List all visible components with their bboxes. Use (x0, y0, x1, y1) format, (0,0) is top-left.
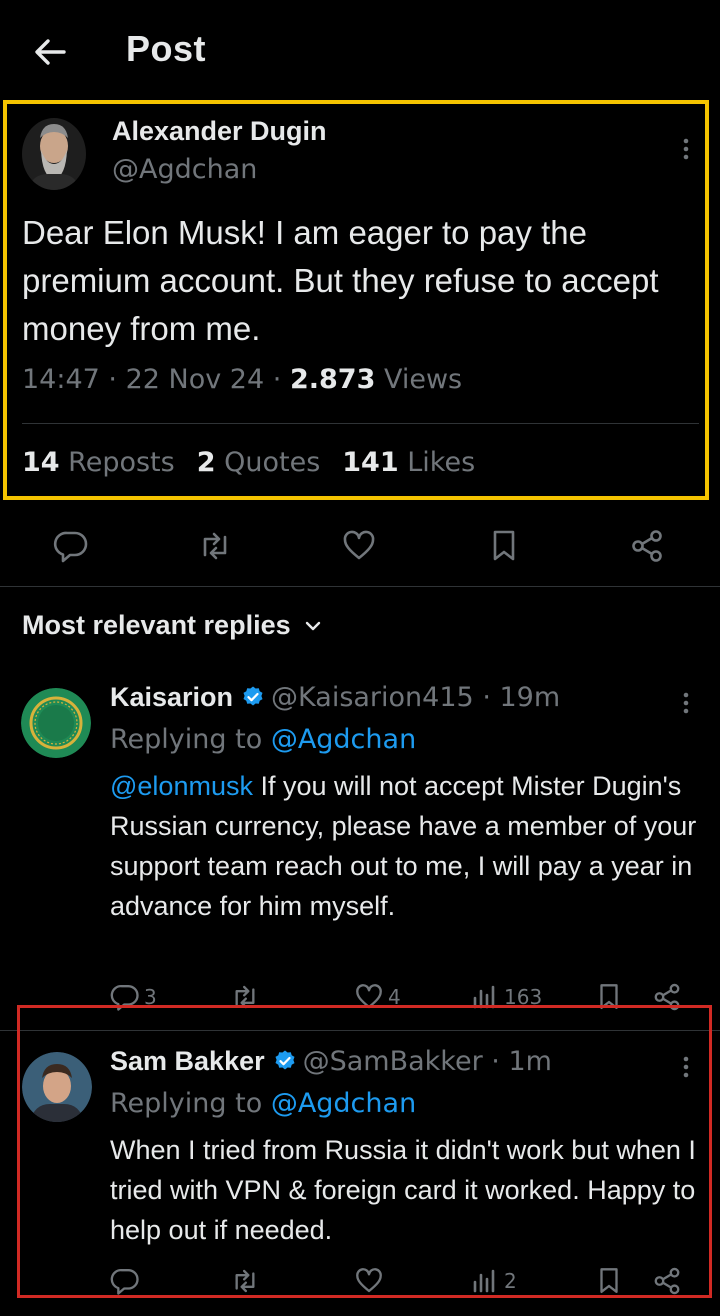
meta-separator: · (108, 364, 117, 395)
post-text: Dear Elon Musk! I am eager to pay the pr… (22, 214, 659, 347)
meta-separator: · (272, 364, 282, 395)
reply-icon[interactable] (53, 528, 89, 564)
more-options-icon[interactable] (676, 136, 696, 164)
verified-badge-icon (273, 1049, 297, 1073)
divider (22, 423, 699, 424)
page-title: Post (126, 28, 207, 69)
post-metadata: 14:47 · 22 Nov 24 · 2.873 Views (22, 364, 462, 395)
share-button[interactable] (652, 1266, 682, 1296)
reply-author-handle[interactable]: @Kaisarion415 (271, 682, 474, 713)
post-date: 22 Nov 24 (125, 364, 265, 395)
replies-sort-dropdown[interactable]: Most relevant replies (22, 610, 323, 641)
like-heart-icon (354, 1266, 384, 1296)
likes-count: 141 (342, 447, 399, 478)
author-name[interactable]: Alexander Dugin (112, 116, 327, 147)
replying-to-prefix: Replying to (110, 724, 263, 755)
bookmark-button[interactable] (594, 1266, 624, 1296)
reposts-stat[interactable]: 14 Reposts (22, 447, 175, 478)
replying-to-handle[interactable]: @Agdchan (271, 1088, 416, 1119)
back-arrow-icon[interactable] (30, 32, 70, 72)
share-icon[interactable] (629, 528, 665, 564)
share-icon (652, 1266, 682, 1296)
repost-icon[interactable] (197, 528, 233, 564)
sort-label: Most relevant replies (22, 610, 291, 640)
likes-stat[interactable]: 141 Likes (342, 447, 475, 478)
like-heart-icon[interactable] (341, 528, 377, 564)
likes-label: Likes (407, 447, 476, 478)
repost-button[interactable] (230, 1266, 264, 1296)
bookmark-icon[interactable] (486, 528, 522, 564)
more-options-icon[interactable] (676, 1054, 696, 1082)
top-bar: Post (0, 0, 720, 100)
view-count[interactable]: 2.873 (290, 364, 375, 395)
reply-text: When I tried from Russia it didn't work … (110, 1135, 696, 1245)
reply-author-name[interactable]: Kaisarion (110, 682, 233, 712)
views-button[interactable]: 2 (470, 1266, 517, 1296)
reply-action-bar: 2 (0, 1266, 720, 1300)
post-action-bar (0, 520, 720, 572)
reply-header: Kaisarion @Kaisarion415 · 19m (110, 682, 560, 713)
avatar[interactable] (21, 688, 91, 758)
reply-icon (110, 1266, 140, 1296)
replying-to-line: Replying to @Agdchan (110, 724, 416, 755)
mention-link[interactable]: @elonmusk (110, 771, 253, 801)
views-count: 2 (504, 1269, 517, 1293)
avatar[interactable] (22, 1052, 92, 1122)
chevron-down-icon (303, 616, 323, 636)
replying-to-handle[interactable]: @Agdchan (271, 724, 416, 755)
more-options-icon[interactable] (676, 690, 696, 718)
quotes-count: 2 (196, 447, 216, 478)
reply-header: Sam Bakker @SamBakker · 1m (110, 1046, 552, 1077)
reply-author-name[interactable]: Sam Bakker (110, 1046, 265, 1076)
like-button[interactable] (354, 1266, 388, 1296)
reply-time: · 1m (491, 1046, 552, 1077)
replying-to-line: Replying to @Agdchan (110, 1088, 416, 1119)
engagement-stats: 14 Reposts 2 Quotes 141 Likes (22, 447, 475, 478)
repost-icon (230, 1266, 260, 1296)
reply-button[interactable] (110, 1266, 144, 1296)
avatar[interactable] (22, 118, 86, 190)
author-handle[interactable]: @Agdchan (112, 154, 257, 185)
post-time: 14:47 (22, 364, 100, 395)
reply-author-handle[interactable]: @SamBakker (303, 1046, 483, 1077)
verified-badge-icon (241, 685, 265, 709)
reposts-count: 14 (22, 447, 60, 478)
divider (0, 586, 720, 587)
quotes-stat[interactable]: 2 Quotes (197, 447, 321, 478)
view-label[interactable]: Views (384, 364, 462, 395)
reposts-label: Reposts (68, 447, 175, 478)
replying-to-prefix: Replying to (110, 1088, 263, 1119)
quotes-label: Quotes (224, 447, 321, 478)
reply-time: · 19m (482, 682, 561, 713)
views-chart-icon (470, 1266, 500, 1296)
reply-text: @elonmusk If you will not accept Mister … (110, 766, 710, 926)
bookmark-icon (594, 1266, 624, 1296)
